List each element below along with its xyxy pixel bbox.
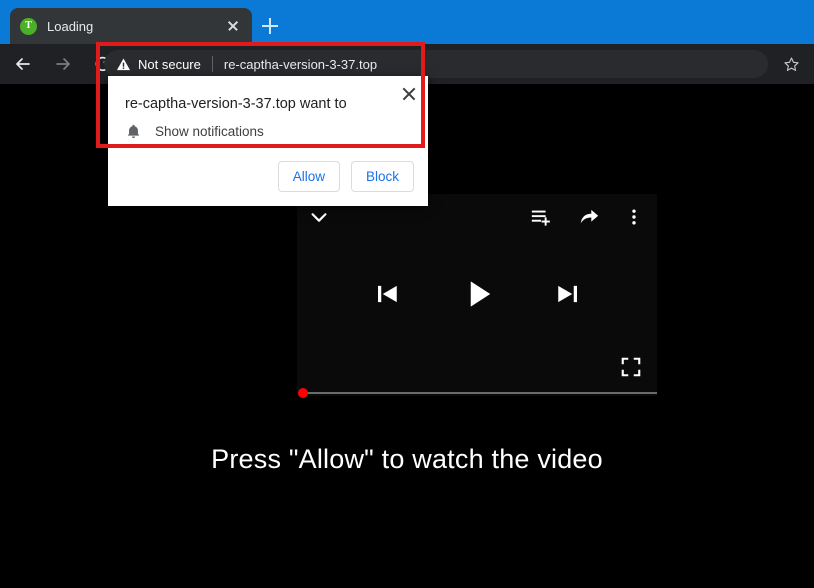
bell-icon <box>127 124 140 139</box>
url-text: re-captha-version-3-37.top <box>223 56 378 72</box>
tab-favicon-letter: T <box>25 20 32 31</box>
permission-actions: Allow Block <box>277 161 414 192</box>
chevron-down-icon[interactable] <box>305 204 333 230</box>
arrow-right-icon <box>46 47 80 81</box>
video-player[interactable] <box>297 194 657 398</box>
video-progress-bar[interactable] <box>297 388 657 398</box>
block-button[interactable]: Block <box>350 161 414 192</box>
arrow-left-icon[interactable] <box>6 47 40 81</box>
kebab-menu-icon[interactable] <box>621 204 647 230</box>
omnibox-separator <box>211 56 213 72</box>
close-icon[interactable] <box>224 17 242 35</box>
permission-dialog-title: re-captha-version-3-37.top want to <box>125 96 347 112</box>
browser-tab[interactable]: T Loading <box>10 8 252 44</box>
fullscreen-icon[interactable] <box>618 354 644 380</box>
plus-icon[interactable] <box>258 14 282 38</box>
security-status-label: Not secure <box>138 56 201 72</box>
skip-previous-icon[interactable] <box>372 278 404 310</box>
progress-scrubber[interactable] <box>298 388 308 398</box>
permission-row: Show notifications <box>125 123 264 140</box>
close-icon[interactable] <box>400 85 418 103</box>
browser-chrome: T Loading Not secure re-captha-version-3… <box>0 0 814 84</box>
play-icon[interactable] <box>461 276 497 312</box>
skip-next-icon[interactable] <box>551 278 583 310</box>
warning-triangle-icon <box>116 58 131 70</box>
star-icon[interactable] <box>778 51 804 77</box>
address-bar[interactable]: Not secure re-captha-version-3-37.top <box>104 50 768 78</box>
progress-track <box>305 392 657 394</box>
tab-strip: T Loading <box>0 0 814 44</box>
allow-button[interactable]: Allow <box>277 161 340 192</box>
permission-label: Show notifications <box>155 124 264 139</box>
add-to-queue-icon[interactable] <box>527 204 555 230</box>
page-tagline: Press "Allow" to watch the video <box>211 444 603 474</box>
tab-title: Loading <box>47 18 94 34</box>
share-icon[interactable] <box>575 204 603 230</box>
tab-favicon: T <box>20 17 37 35</box>
notification-permission-dialog: re-captha-version-3-37.top want to Show … <box>108 76 428 206</box>
